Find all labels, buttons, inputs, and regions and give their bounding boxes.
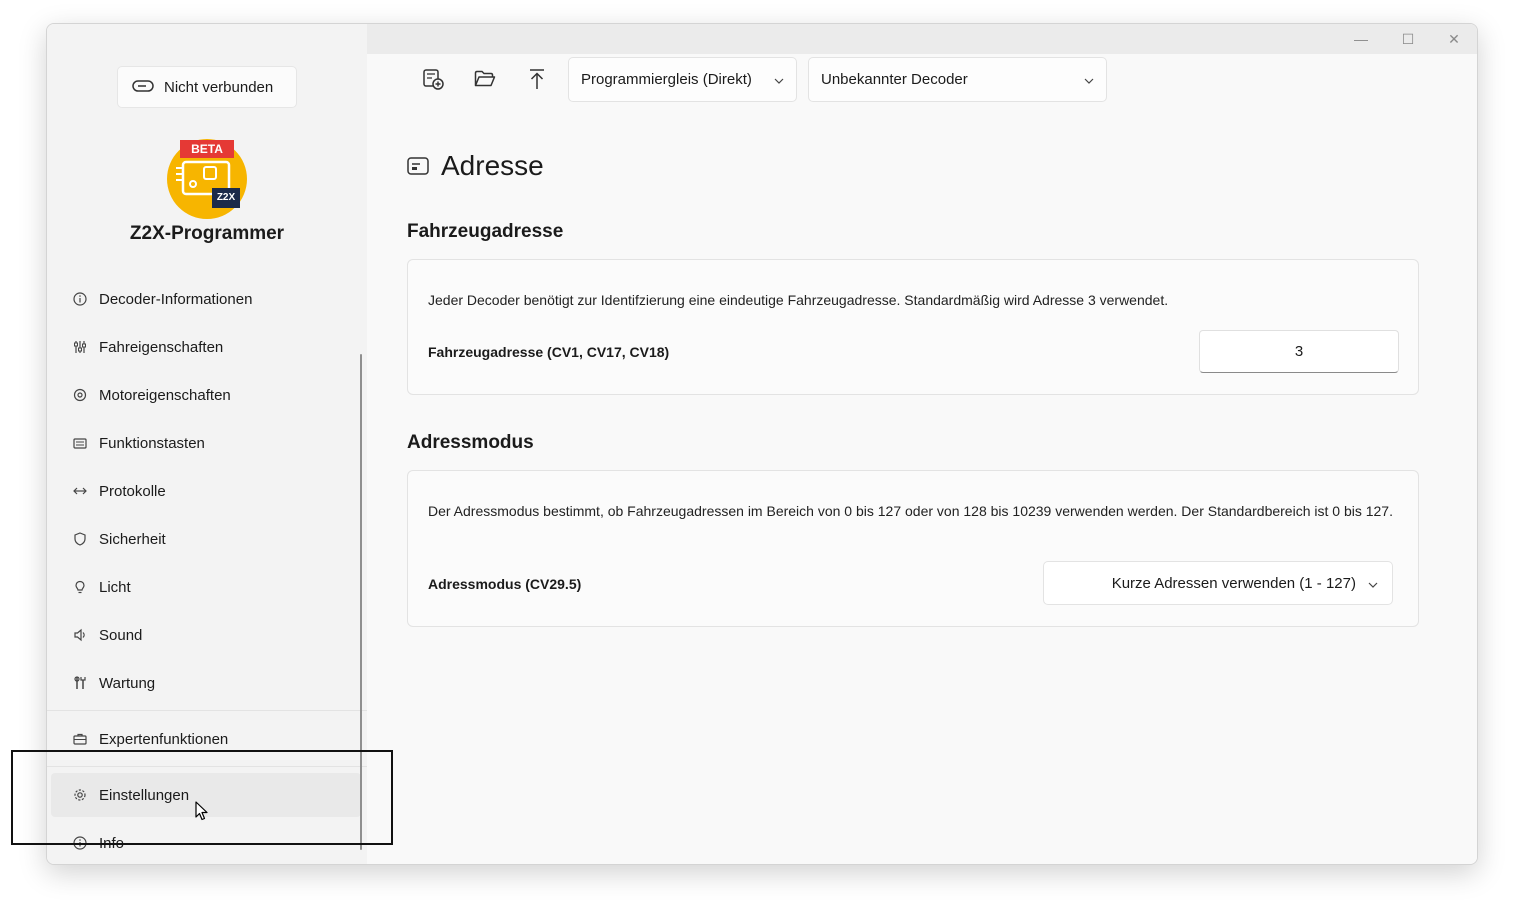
nav-decoder-informationen[interactable]: Decoder-Informationen	[51, 277, 361, 321]
address-mode-card: Der Adressmodus bestimmt, ob Fahrzeugadr…	[407, 470, 1419, 627]
nav-licht[interactable]: Licht	[51, 565, 361, 609]
maximize-button[interactable]: ☐	[1398, 29, 1418, 49]
highlight-box	[11, 750, 393, 845]
track-select[interactable]: Programmiergleis (Direkt)	[568, 57, 797, 102]
folder-icon	[474, 70, 496, 93]
arrows-icon	[71, 482, 89, 500]
address-mode-heading: Adressmodus	[407, 432, 534, 453]
chevron-down-icon	[774, 71, 784, 88]
nav-sicherheit[interactable]: Sicherheit	[51, 517, 361, 561]
chevron-down-icon	[1084, 71, 1094, 88]
arrow-up-icon	[528, 68, 546, 95]
speaker-icon	[71, 626, 89, 644]
vehicle-address-card: Jeder Decoder benötigt zur Identifzierun…	[407, 259, 1419, 395]
info-icon	[71, 290, 89, 308]
nav-protokolle[interactable]: Protokolle	[51, 469, 361, 513]
keyboard-icon	[71, 434, 89, 452]
track-select-value: Programmiergleis (Direkt)	[581, 71, 752, 88]
vehicle-address-heading: Fahrzeugadresse	[407, 221, 564, 242]
new-file-icon	[422, 68, 444, 95]
nav-sound[interactable]: Sound	[51, 613, 361, 657]
toolbox-icon	[71, 730, 89, 748]
nav-motoreigenschaften[interactable]: Motoreigenschaften	[51, 373, 361, 417]
bulb-icon	[71, 578, 89, 596]
nav-label: Licht	[99, 578, 131, 596]
divider	[47, 710, 367, 711]
nav-label: Decoder-Informationen	[99, 290, 253, 308]
nav-label: Sicherheit	[99, 530, 166, 548]
close-button[interactable]: ✕	[1444, 29, 1464, 49]
upload-button[interactable]	[520, 66, 554, 96]
nav-funktionstasten[interactable]: Funktionstasten	[51, 421, 361, 465]
nav-fahreigenschaften[interactable]: Fahreigenschaften	[51, 325, 361, 369]
app-logo: BETA Z2X	[166, 138, 248, 220]
mouse-cursor-icon	[195, 801, 209, 826]
nav-label: Expertenfunktionen	[99, 730, 229, 748]
nav-label: Fahreigenschaften	[99, 338, 224, 356]
gamepad-icon	[132, 79, 154, 96]
app-window: Nicht verbunden BETA Z2X Z2X-Programmer …	[46, 23, 1478, 865]
vehicle-address-label: Fahrzeugadresse (CV1, CV17, CV18)	[428, 344, 670, 360]
address-mode-value: Kurze Adressen verwenden (1 - 127)	[1111, 574, 1356, 592]
new-project-button[interactable]	[416, 66, 450, 96]
nav-label: Protokolle	[99, 482, 166, 500]
nav-label: Motoreigenschaften	[99, 386, 231, 404]
chevron-down-icon	[1368, 575, 1378, 592]
nav-label: Sound	[99, 626, 143, 644]
nav-label: Wartung	[99, 674, 156, 692]
wrench-icon	[71, 674, 89, 692]
address-mode-description: Der Adressmodus bestimmt, ob Fahrzeugadr…	[428, 503, 1393, 519]
tune-icon	[71, 338, 89, 356]
decoder-select-value: Unbekannter Decoder	[821, 71, 968, 88]
app-title: Z2X-Programmer	[129, 223, 285, 244]
vehicle-address-input[interactable]: 3	[1199, 330, 1399, 373]
address-mode-label: Adressmodus (CV29.5)	[428, 576, 582, 592]
main-content: — ☐ ✕ Programmiergleis (Direkt) Unbekann…	[367, 24, 1477, 864]
logo-text: Z2X	[216, 192, 236, 203]
shield-icon	[71, 530, 89, 548]
open-folder-button[interactable]	[468, 66, 502, 96]
motor-icon	[71, 386, 89, 404]
nav-label: Funktionstasten	[99, 434, 205, 452]
page-title-text: Adresse	[441, 150, 544, 181]
connection-label: Nicht verbunden	[164, 78, 274, 96]
nav-wartung[interactable]: Wartung	[51, 661, 361, 705]
decoder-select[interactable]: Unbekannter Decoder	[808, 57, 1107, 102]
page-title: Adresse	[407, 150, 544, 182]
beta-badge: BETA	[191, 142, 223, 156]
connection-button[interactable]: Nicht verbunden	[117, 66, 297, 108]
minimize-button[interactable]: —	[1351, 29, 1371, 49]
address-card-icon	[407, 150, 429, 182]
sidebar: Nicht verbunden BETA Z2X Z2X-Programmer …	[47, 24, 367, 864]
vehicle-address-description: Jeder Decoder benötigt zur Identifzierun…	[428, 292, 1169, 308]
address-mode-select[interactable]: Kurze Adressen verwenden (1 - 127)	[1043, 561, 1393, 605]
title-bar: — ☐ ✕	[367, 24, 1477, 54]
